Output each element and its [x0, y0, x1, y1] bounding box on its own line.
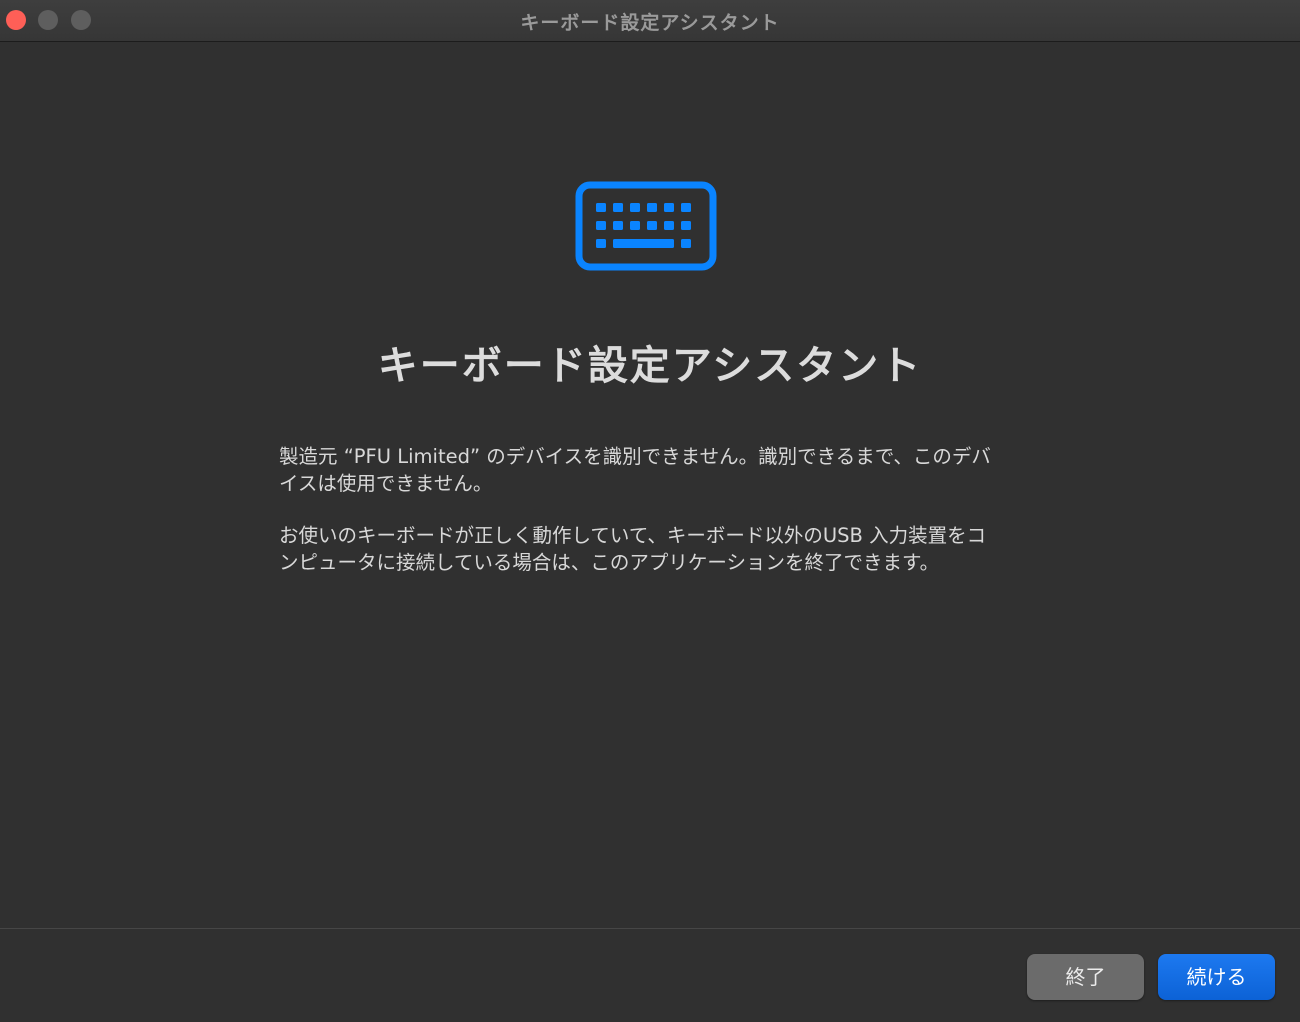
footer-divider	[0, 928, 1300, 929]
quit-button[interactable]: 終了	[1027, 954, 1144, 1000]
keyboard-icon	[575, 181, 717, 271]
description-paragraph-unidentified: 製造元 “PFU Limited” のデバイスを識別できません。識別できるまで、…	[279, 445, 991, 495]
description-paragraph-quit-hint: お使いのキーボードが正しく動作していて、キーボード以外のUSB 入力装置をコンピ…	[279, 524, 987, 574]
assistant-window: キーボード設定アシスタント キーボード設定アシスタント 製造元 “PFU Lim…	[0, 0, 1300, 1022]
window-title: キーボード設定アシスタント	[520, 12, 780, 34]
page-title: キーボード設定アシスタント	[377, 343, 923, 389]
continue-button[interactable]: 続ける	[1158, 954, 1275, 1000]
title-bar[interactable]: キーボード設定アシスタント	[0, 0, 1300, 42]
